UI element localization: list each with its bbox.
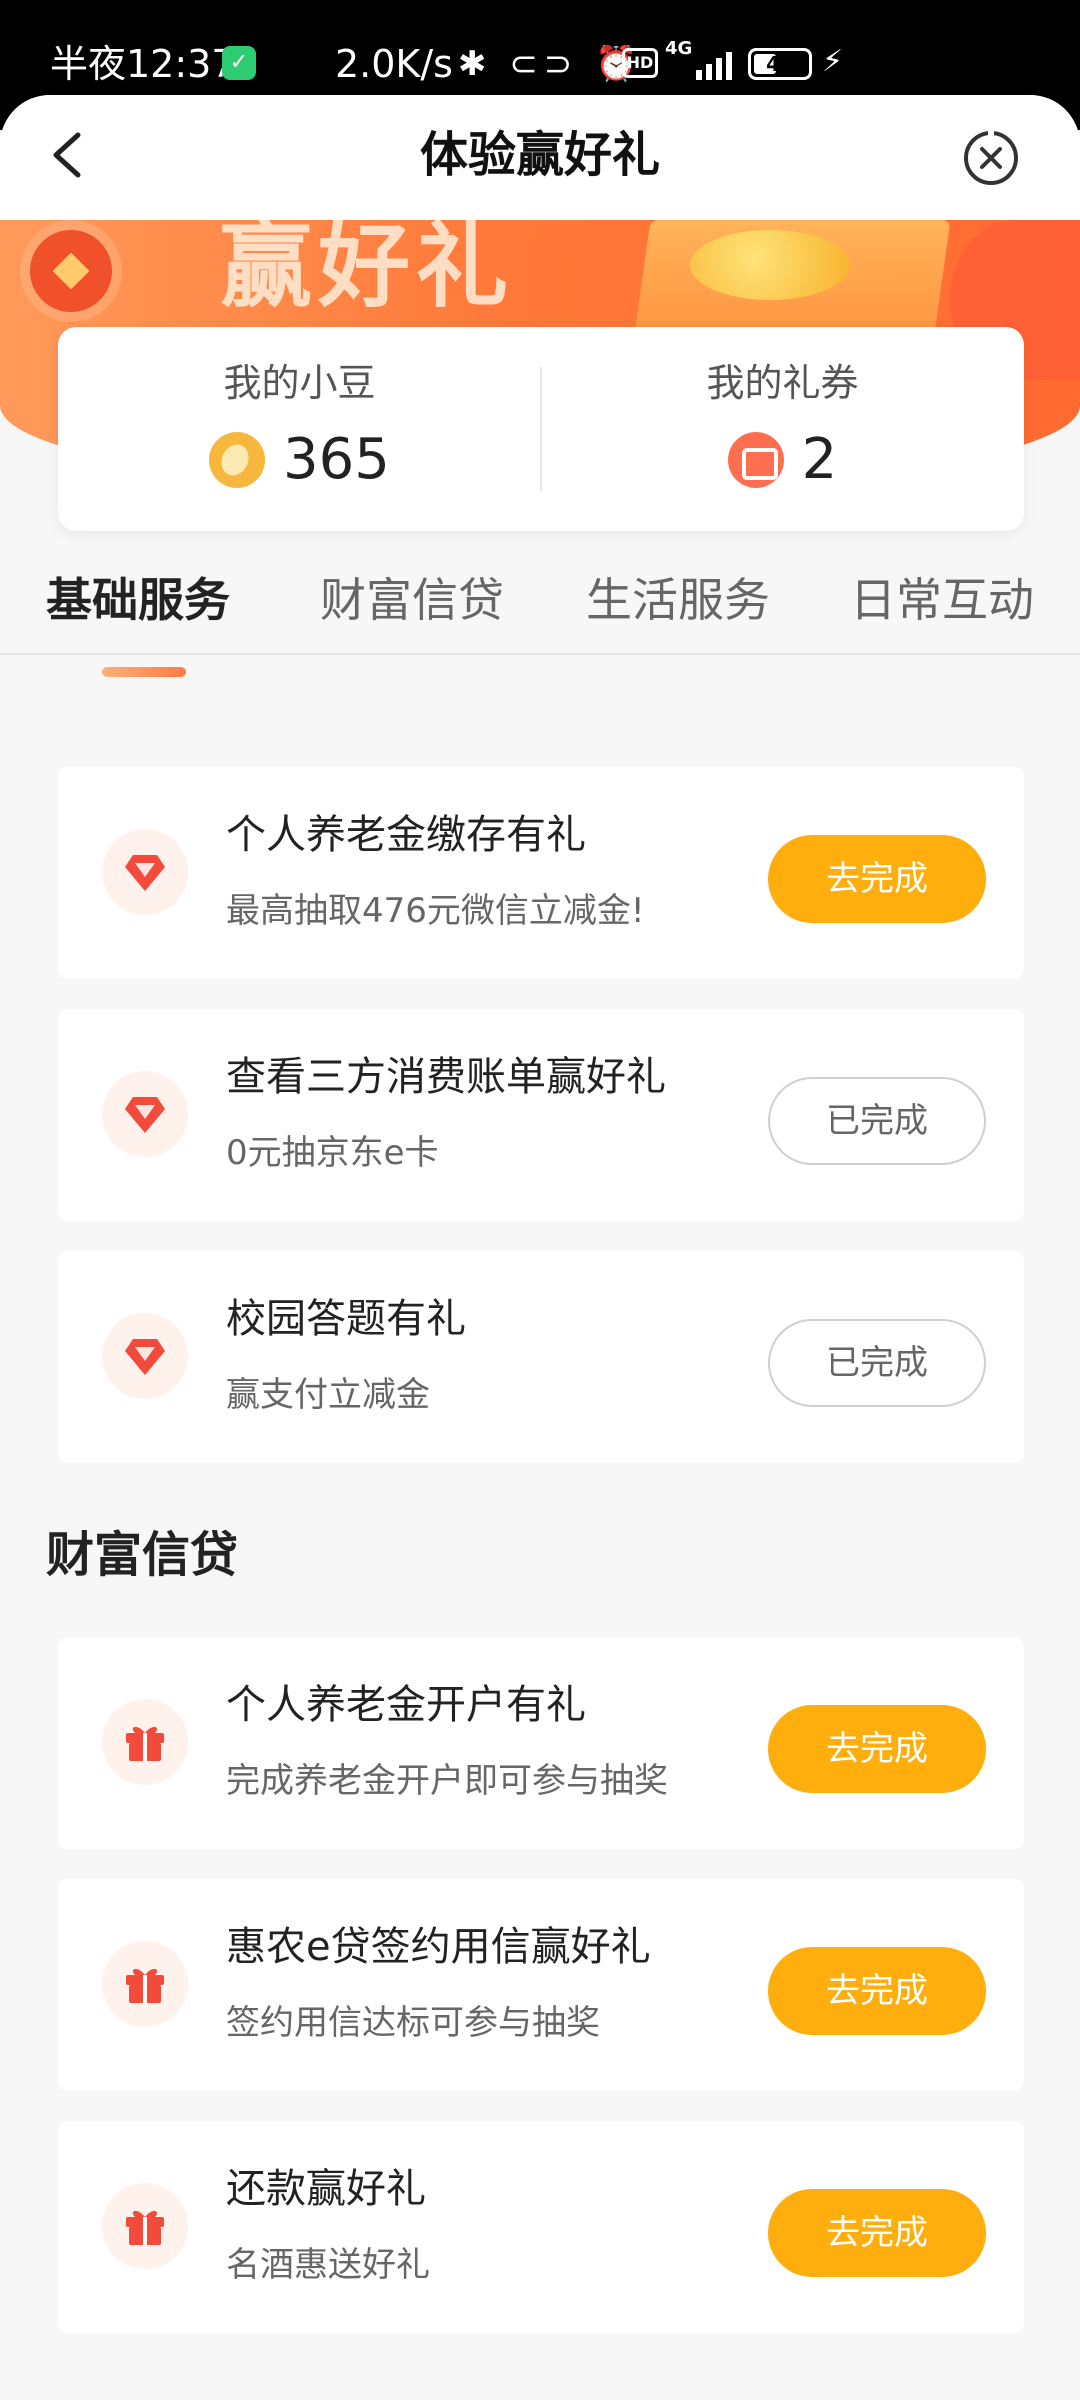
my-coupons[interactable]: 我的礼券 2 <box>541 327 1024 531</box>
page-title: 体验赢好礼 <box>419 127 660 183</box>
status-time: 半夜12:37 <box>50 42 236 86</box>
task-subtitle: 签约用信达标可参与抽奖 <box>226 2003 600 2043</box>
task-card: 还款赢好礼 名酒惠送好礼 去完成 <box>58 2121 1024 2333</box>
tab-basic-services[interactable]: 基础服务 <box>46 550 230 650</box>
task-subtitle: 赢支付立减金 <box>226 1375 430 1415</box>
coupons-value: 2 <box>801 427 838 492</box>
task-subtitle: 0元抽京东e卡 <box>226 1133 439 1173</box>
task-card: 查看三方消费账单赢好礼 0元抽京东e卡 已完成 <box>58 1009 1024 1221</box>
go-complete-button[interactable]: 去完成 <box>768 1947 986 2035</box>
tab-wealth-credit[interactable]: 财富信贷 <box>320 550 504 650</box>
shield-icon: ✓ <box>222 46 256 80</box>
status-net-speed: 2.0K/s <box>335 42 453 86</box>
completed-button[interactable]: 已完成 <box>768 1319 986 1407</box>
charging-icon: ⚡ <box>822 44 844 79</box>
bluetooth-alarm-icons: ✱ ⊂⊃ ⏰ <box>458 44 644 84</box>
diamond-icon <box>102 829 188 915</box>
task-subtitle: 最高抽取476元微信立减金! <box>226 891 645 931</box>
task-title: 个人养老金缴存有礼 <box>226 812 586 858</box>
task-title: 还款赢好礼 <box>226 2166 426 2212</box>
task-title: 校园答题有礼 <box>226 1296 466 1342</box>
tab-life-services[interactable]: 生活服务 <box>586 550 770 650</box>
network-type: 4G <box>665 38 693 59</box>
section-title-wealth: 财富信贷 <box>46 1527 239 1583</box>
my-beans[interactable]: 我的小豆 365 <box>58 327 541 531</box>
red-packet-icon <box>30 230 112 312</box>
task-card: 校园答题有礼 赢支付立减金 已完成 <box>58 1251 1024 1463</box>
nav-bar: 体验赢好礼 <box>0 95 1080 220</box>
go-complete-button[interactable]: 去完成 <box>768 835 986 923</box>
coupons-label: 我的礼券 <box>706 361 859 405</box>
task-title: 惠农e贷签约用信赢好礼 <box>226 1924 651 1970</box>
hd-icon: HD <box>622 48 658 78</box>
gift-icon <box>102 1941 188 2027</box>
banner-decoration-text: 赢好礼 <box>220 220 515 320</box>
diamond-icon <box>102 1071 188 1157</box>
signal-icon <box>696 50 732 80</box>
page-sheet: 体验赢好礼 赢好礼 我的小豆 365 我的礼券 2 基础服务 财富信贷 生活服务… <box>0 95 1080 2400</box>
tab-daily-interaction[interactable]: 日常互动 <box>850 550 1080 650</box>
coupon-icon <box>727 432 784 488</box>
go-complete-button[interactable]: 去完成 <box>768 1705 986 1793</box>
task-title: 个人养老金开户有礼 <box>226 1682 586 1728</box>
task-card: 惠农e贷签约用信赢好礼 签约用信达标可参与抽奖 去完成 <box>58 1879 1024 2091</box>
coins-illustration <box>690 230 850 300</box>
bean-icon <box>209 432 266 488</box>
task-card: 个人养老金开户有礼 完成养老金开户即可参与抽奖 去完成 <box>58 1637 1024 1849</box>
task-subtitle: 完成养老金开户即可参与抽奖 <box>226 1761 668 1801</box>
active-tab-indicator <box>102 667 186 677</box>
diamond-icon <box>102 1313 188 1399</box>
battery-icon: 42 <box>748 48 812 80</box>
beans-value: 365 <box>283 427 390 492</box>
task-card: 个人养老金缴存有礼 最高抽取476元微信立减金! 去完成 <box>58 767 1024 979</box>
task-title: 查看三方消费账单赢好礼 <box>226 1054 666 1100</box>
go-complete-button[interactable]: 去完成 <box>768 2189 986 2277</box>
completed-button[interactable]: 已完成 <box>768 1077 986 1165</box>
gift-icon <box>102 2183 188 2269</box>
stats-card: 我的小豆 365 我的礼券 2 <box>58 327 1024 531</box>
gift-icon <box>102 1699 188 1785</box>
task-subtitle: 名酒惠送好礼 <box>226 2245 430 2285</box>
battery-level: 42 <box>766 52 794 76</box>
close-icon[interactable] <box>962 129 1020 187</box>
beans-label: 我的小豆 <box>223 361 376 405</box>
category-tabs: 基础服务 财富信贷 生活服务 日常互动 <box>0 550 1080 655</box>
